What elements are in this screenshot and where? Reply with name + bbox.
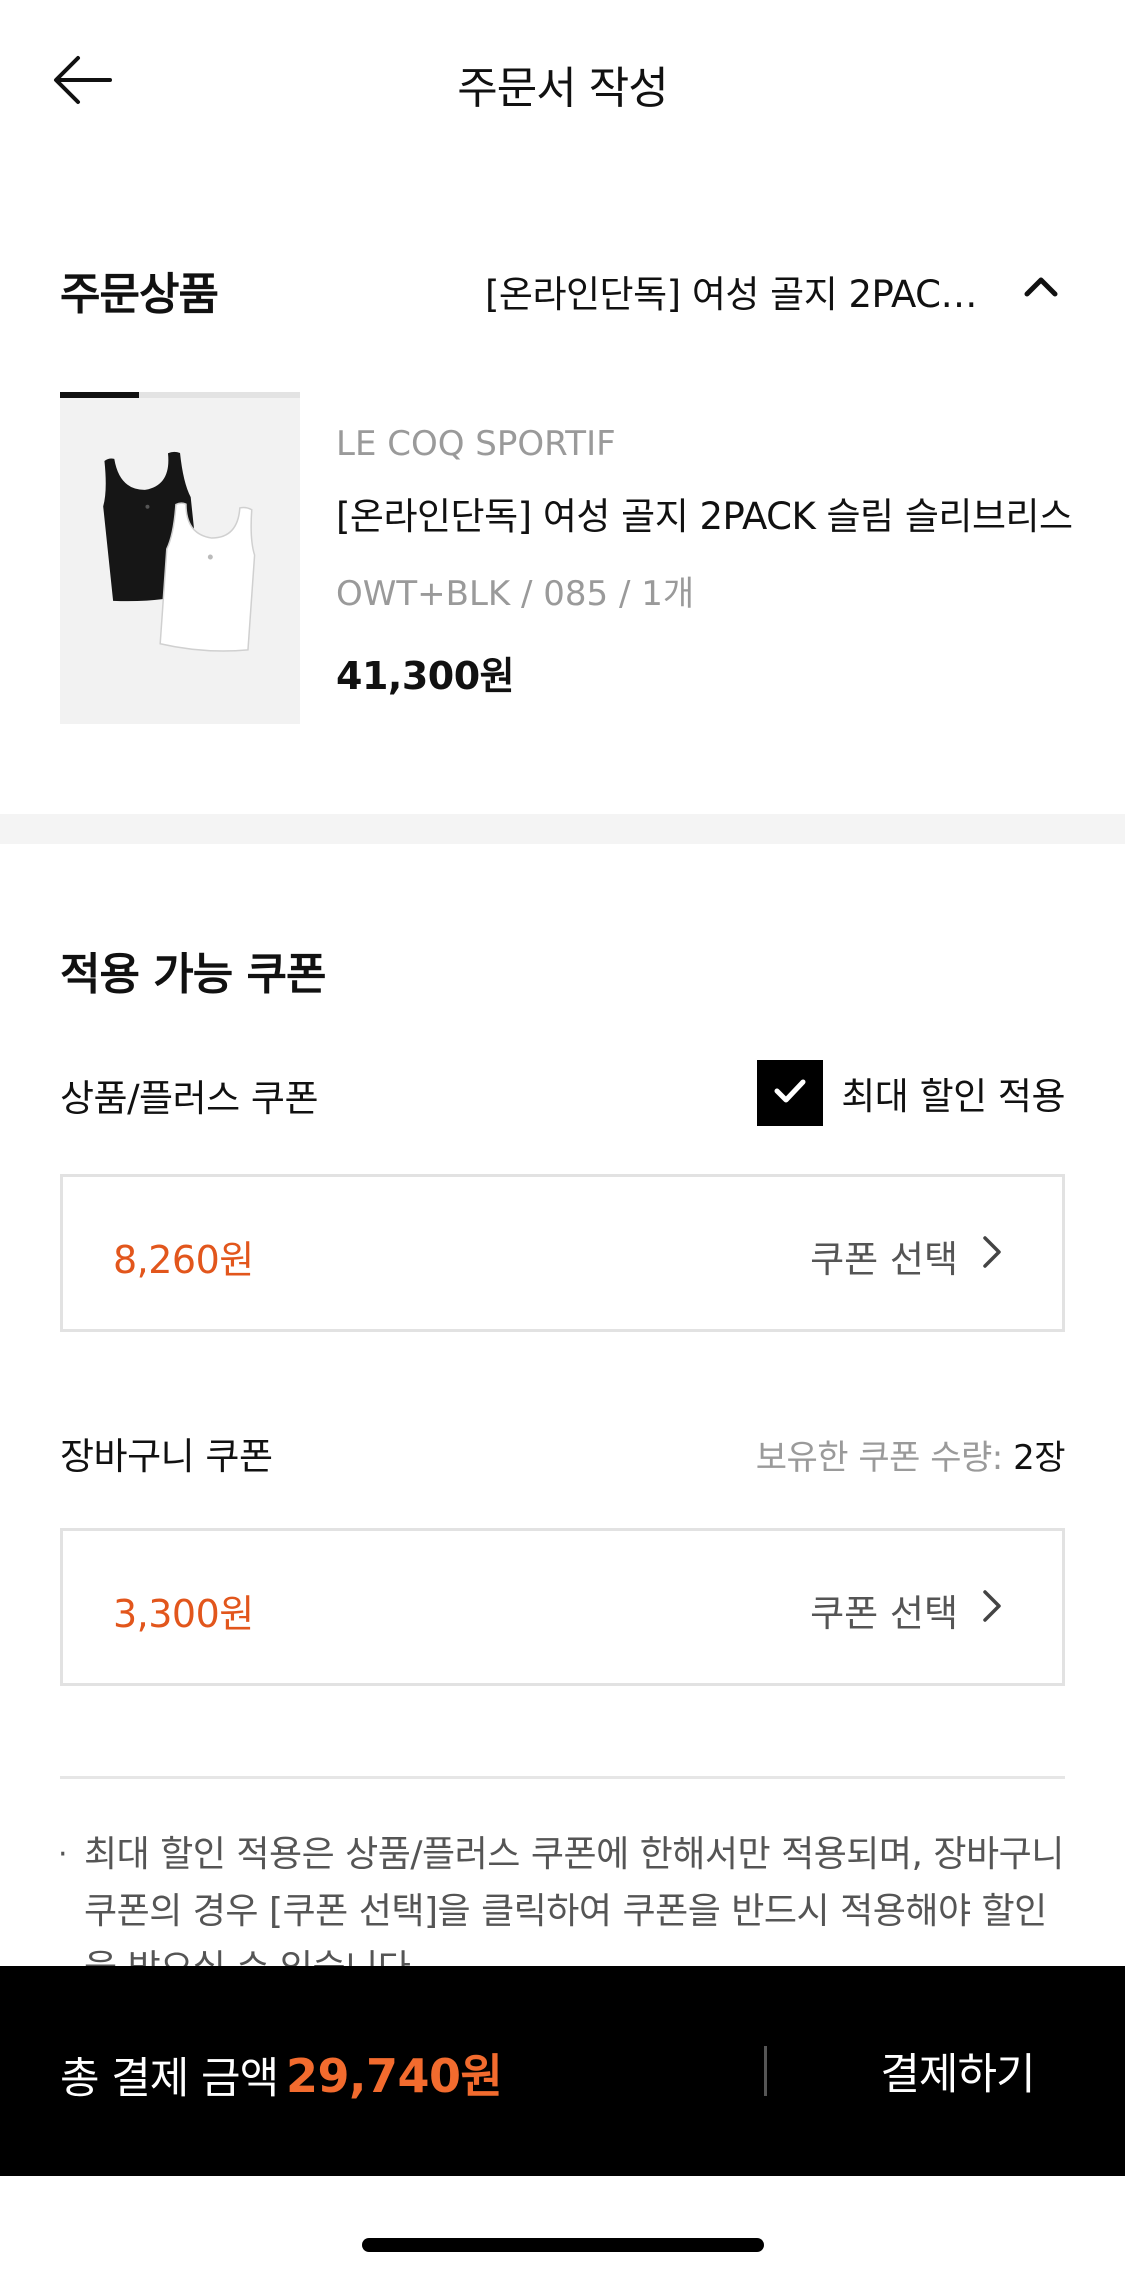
image-progress-track [60,392,300,398]
total-label: 총 결제 금액 [60,2054,279,2104]
notice-divider [60,1776,1065,1779]
max-discount-label: 최대 할인 적용 [841,1075,1065,1118]
owned-coupon-count: 보유한 쿠폰 수량: 2장 [755,1430,1066,1479]
product-coupon-select-button[interactable]: 쿠폰 선택 [810,1229,1004,1283]
product-name: [온라인단독] 여성 골지 2PACK 슬림 슬리브리스 [336,495,1073,538]
checkmark-icon [770,1071,810,1115]
chevron-right-icon [958,1588,1004,1633]
product-item: LE COQ SPORTIF [온라인단독] 여성 골지 2PACK 슬림 슬리… [60,392,1073,724]
coupon-select-label: 쿠폰 선택 [810,1592,958,1635]
owned-coupon-label: 보유한 쿠폰 수량: [755,1438,1004,1478]
paybar-separator [764,2046,767,2096]
product-price: 41,300원 [336,654,515,698]
product-info: LE COQ SPORTIF [온라인단독] 여성 골지 2PACK 슬림 슬리… [336,424,1073,700]
chevron-up-icon [1017,277,1065,314]
image-progress-bar [60,392,140,398]
cart-coupon-select-button[interactable]: 쿠폰 선택 [810,1583,1004,1637]
collapse-button[interactable] [1017,262,1065,310]
tank-tops-image [103,451,256,652]
max-discount-toggle[interactable]: 최대 할인 적용 [757,1060,1065,1126]
max-discount-checkbox[interactable] [757,1060,824,1126]
header: 주문서 작성 [0,0,1125,165]
product-option: OWT+BLK / 085 / 1개 [336,574,695,614]
product-coupon-label: 상품/플러스 쿠폰 [60,1077,319,1120]
product-image[interactable] [60,392,300,724]
order-product-summary: [온라인단독] 여성 골지 2PACK 슬림 슬리브리스 [485,273,995,316]
owned-coupon-value: 2장 [1013,1438,1065,1478]
product-coupon-box[interactable]: 8,260원 쿠폰 선택 [60,1174,1065,1332]
cart-coupon-box[interactable]: 3,300원 쿠폰 선택 [60,1528,1065,1686]
order-form-page: 주문서 작성 주문상품 [온라인단독] 여성 골지 2PACK 슬림 슬리브리스 [0,0,1125,2278]
page-title: 주문서 작성 [457,63,668,114]
chevron-right-icon [958,1234,1004,1279]
cart-coupon-amount: 3,300원 [113,1592,254,1636]
order-product-header: 주문상품 [온라인단독] 여성 골지 2PACK 슬림 슬리브리스 [60,258,1065,322]
home-indicator [362,2238,764,2252]
cart-coupon-label: 장바구니 쿠폰 [60,1435,273,1478]
product-coupon-amount: 8,260원 [113,1238,254,1282]
bullet-icon: · [58,1837,68,1872]
section-divider [0,814,1125,844]
coupon-section-title: 적용 가능 쿠폰 [60,949,327,1000]
total-amount: 29,740원 [286,2049,503,2103]
payment-bar: 총 결제 금액 29,740원 결제하기 [0,1966,1125,2176]
order-product-title: 주문상품 [60,269,219,320]
coupon-select-label: 쿠폰 선택 [810,1238,958,1281]
product-brand: LE COQ SPORTIF [336,424,616,464]
pay-button[interactable]: 결제하기 [790,1966,1125,2176]
